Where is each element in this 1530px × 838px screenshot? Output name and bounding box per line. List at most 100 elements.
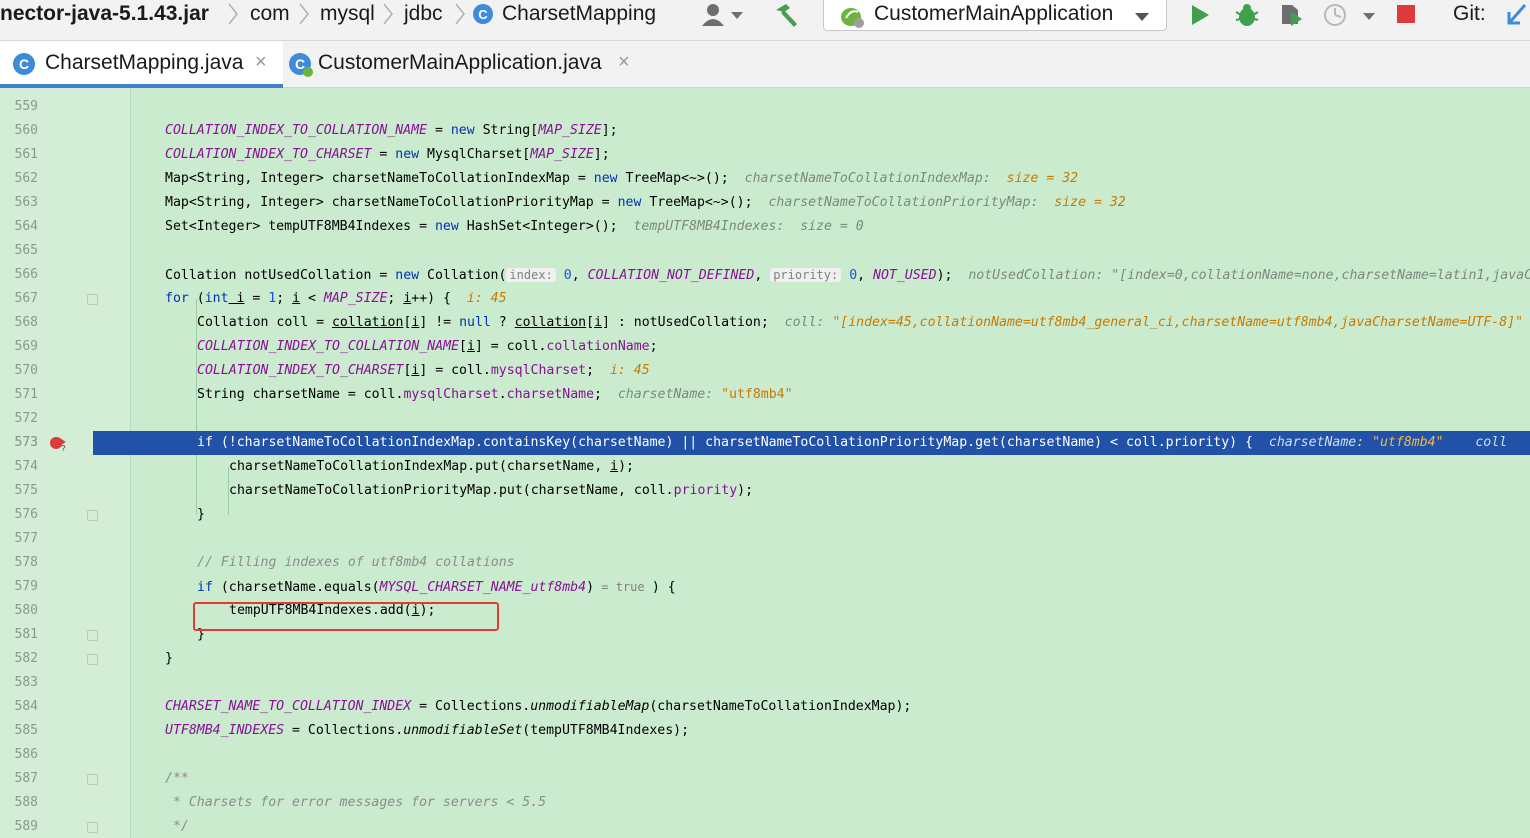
line-number: 582	[14, 651, 38, 666]
fold-marker-icon[interactable]	[87, 774, 98, 785]
line-number: 588	[14, 795, 38, 810]
code-token: .	[498, 387, 507, 402]
code-token: Set<Integer> tempUTF8MB4Indexes =	[165, 219, 435, 234]
code-token: ) {	[651, 580, 676, 595]
debug-icon[interactable]	[1233, 2, 1261, 28]
fold-marker-icon[interactable]	[87, 630, 98, 641]
code-comment: // Filling indexes of utf8mb4 collations	[197, 555, 515, 570]
code-token: ;	[387, 291, 404, 306]
parameter-hint: index:	[506, 268, 556, 282]
breadcrumb-class[interactable]: CharsetMapping	[502, 0, 656, 30]
fold-marker-icon[interactable]	[87, 294, 98, 305]
code-token: ,	[857, 268, 874, 283]
close-icon[interactable]: ×	[255, 51, 267, 74]
code-token: charsetNameToCollationIndexMap.put(chars…	[229, 459, 611, 474]
code-token: );	[618, 459, 634, 474]
run-icon[interactable]	[1188, 2, 1212, 28]
code-token: new	[593, 171, 618, 186]
code-comment: * Charsets for error messages for server…	[165, 795, 547, 810]
breakpoint-icon[interactable]: ?	[48, 434, 66, 453]
breadcrumb-package-jdbc[interactable]: jdbc	[404, 0, 443, 30]
inline-debug-value: charsetNameToCollationIndexMap:	[744, 171, 991, 186]
code-token: Collation(	[419, 268, 507, 283]
user-icon[interactable]	[700, 2, 726, 28]
code-token: ] : notUsedCollation;	[602, 315, 769, 330]
profiler-icon[interactable]	[1322, 2, 1350, 28]
code-token: )	[586, 580, 595, 595]
code-token: if	[197, 580, 213, 595]
code-editor[interactable]: 559 560 561 562 563 564 565 566 567 568 …	[0, 88, 1530, 838]
line-number: 571	[14, 387, 38, 402]
code-line: charsetNameToCollationPriorityMap.put(ch…	[229, 479, 753, 503]
tab-customermainapplication[interactable]: C CustomerMainApplication.java ×	[284, 41, 644, 87]
stop-icon[interactable]	[1395, 3, 1417, 29]
code-token: String charsetName = coll.	[197, 387, 404, 402]
code-token: charsetNameToCollationPriorityMap.put(ch…	[229, 483, 674, 498]
git-update-icon[interactable]	[1505, 2, 1529, 28]
code-token: ] = coll.	[474, 339, 547, 354]
inline-debug-value: "utf8mb4"	[1372, 435, 1444, 450]
code-token: COLLATION_INDEX_TO_CHARSET	[197, 363, 404, 378]
code-token: [	[459, 339, 467, 354]
close-icon[interactable]: ×	[618, 51, 630, 74]
inline-debug-value: "utf8mb4"	[721, 387, 793, 402]
code-line: * Charsets for error messages for server…	[165, 791, 546, 815]
code-token: [	[586, 315, 595, 330]
fold-marker-icon[interactable]	[87, 822, 98, 833]
code-line-partial	[165, 88, 824, 100]
code-token: COLLATION_INDEX_TO_COLLATION_NAME	[197, 339, 460, 354]
fold-marker-icon[interactable]	[87, 510, 98, 521]
code-token: ++) {	[411, 291, 451, 306]
inline-debug-value: coll:	[784, 315, 825, 330]
code-line: Map<String, Integer> charsetNameToCollat…	[165, 191, 1126, 215]
editor-tabs: C CharsetMapping.java × C CustomerMainAp…	[0, 41, 1530, 88]
code-token: ];	[593, 147, 610, 162]
code-token: ?	[490, 315, 515, 330]
code-line: Collation coll = collation[i] != null ? …	[197, 311, 1523, 335]
inline-debug-value: charsetName:	[617, 387, 714, 402]
line-number: 569	[14, 339, 38, 354]
inline-debug-value: size = 32	[1006, 171, 1079, 186]
spring-boot-icon	[838, 4, 866, 30]
code-token: new	[434, 219, 459, 234]
line-number: 566	[14, 267, 38, 282]
code-token: (tempUTF8MB4Indexes);	[522, 723, 690, 738]
line-number: 584	[14, 699, 38, 714]
coverage-icon[interactable]	[1278, 2, 1306, 28]
breadcrumb-jar[interactable]: nector-java-5.1.43.jar	[0, 0, 209, 30]
code-token: 0	[563, 268, 572, 283]
code-token: ,	[571, 268, 588, 283]
code-line: Collation notUsedCollation = new Collati…	[165, 263, 1530, 287]
code-token: }	[197, 507, 205, 522]
code-comment: /**	[165, 771, 189, 786]
parameter-hint: priority:	[770, 268, 842, 282]
line-number: 560	[14, 123, 38, 138]
code-line: COLLATION_INDEX_TO_CHARSET[i] = coll.mys…	[197, 359, 650, 383]
code-line: UTF8MB4_INDEXES = Collections.unmodifiab…	[165, 719, 689, 743]
breadcrumb-package-mysql[interactable]: mysql	[320, 0, 375, 30]
code-line: // Filling indexes of utf8mb4 collations	[197, 551, 515, 575]
run-configuration-selector[interactable]: CustomerMainApplication	[823, 0, 1167, 31]
dropdown-arrow-icon[interactable]	[730, 8, 744, 34]
code-token: MysqlCharset[	[419, 147, 531, 162]
breadcrumb-separator-icon	[453, 2, 467, 26]
spring-class-icon: C	[288, 52, 313, 77]
code-token: Map<String, Integer> charsetNameToCollat…	[165, 195, 618, 210]
code-token: Map<String, Integer> charsetNameToCollat…	[165, 171, 594, 186]
code-token: MAP_SIZE	[323, 291, 388, 306]
tab-charsetmapping[interactable]: C CharsetMapping.java ×	[0, 41, 283, 88]
dropdown-arrow-icon[interactable]	[1362, 9, 1376, 35]
line-number-current: 573	[14, 435, 38, 450]
fold-marker-icon[interactable]	[87, 654, 98, 665]
code-token: mysqlCharset	[490, 363, 587, 378]
build-hammer-icon[interactable]	[773, 2, 801, 28]
line-number: 579	[14, 579, 38, 594]
line-number: 583	[14, 675, 38, 690]
line-number: 576	[14, 507, 38, 522]
code-token: ] !=	[419, 315, 460, 330]
breadcrumb-package-com[interactable]: com	[250, 0, 290, 30]
code-token: );	[737, 483, 754, 498]
line-number: 578	[14, 555, 38, 570]
navigation-toolbar: nector-java-5.1.43.jar com mysql jdbc C …	[0, 0, 1530, 41]
svg-text:?: ?	[61, 444, 66, 452]
